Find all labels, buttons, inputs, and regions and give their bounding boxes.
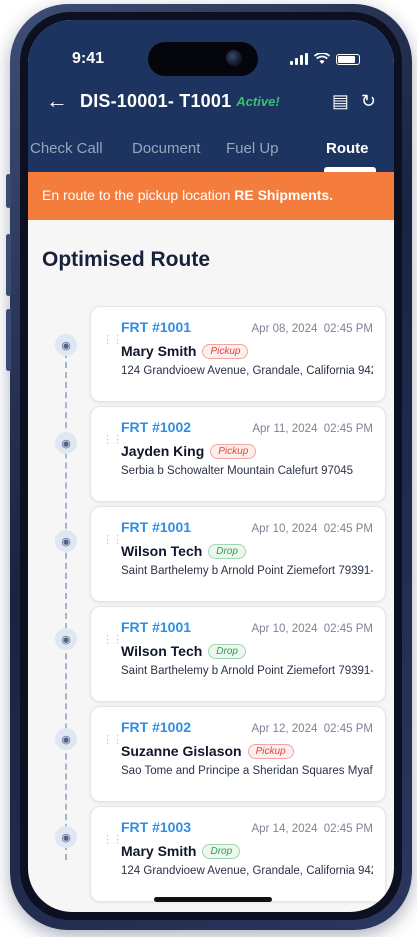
freight-number: FRT #1001: [121, 619, 192, 635]
back-arrow-icon[interactable]: ←: [46, 90, 68, 112]
location-pin-icon: ◉: [55, 728, 77, 750]
stop-card[interactable]: ⋮⋮ FRT #1001 Apr 10, 2024 02:45 PM Wilso…: [90, 506, 386, 602]
stop-type-badge: Drop: [202, 843, 241, 859]
stop-address: Sao Tome and Principe a Sheridan Squares…: [121, 765, 373, 777]
stop-address: 124 Grandvioew Avenue, Grandale, Califor…: [121, 865, 373, 877]
stop-card[interactable]: ⋮⋮ FRT #1002 Apr 11, 2024 02:45 PM Jayde…: [90, 406, 386, 502]
screen: 9:41 ← DIS-10001- T1001 Active! ▤ ↻ Chec…: [28, 20, 394, 912]
location-pin-icon: ◉: [55, 628, 77, 650]
drag-handle-icon[interactable]: ⋮⋮: [102, 635, 123, 646]
status-banner: En route to the pickup location RE Shipm…: [28, 172, 394, 220]
camera-icon: [226, 50, 242, 66]
stop-type-badge: Drop: [208, 543, 246, 559]
timeline-line: [65, 352, 67, 860]
volume-up-button: [6, 234, 11, 296]
stop-contact-name: Jayden King: [121, 443, 205, 459]
mute-switch: [6, 174, 11, 208]
stop-contact-name: Wilson Tech: [121, 543, 203, 559]
stop-address: 124 Grandvioew Avenue, Grandale, Califor…: [121, 365, 373, 377]
header-actions: ▤ ↻: [332, 91, 376, 112]
location-pin-icon: ◉: [55, 826, 77, 848]
bezel: 9:41 ← DIS-10001- T1001 Active! ▤ ↻ Chec…: [20, 12, 402, 920]
message-icon[interactable]: ▤: [332, 91, 349, 112]
wifi-icon: [314, 53, 330, 64]
trip-status: Active!: [236, 93, 280, 109]
drag-handle-icon[interactable]: ⋮⋮: [102, 835, 123, 846]
stop-type-badge: Drop: [208, 643, 246, 659]
stop-address: Saint Barthelemy b Arnold Point Ziemefor…: [121, 565, 373, 577]
drag-handle-icon[interactable]: ⋮⋮: [102, 735, 123, 746]
stop-card[interactable]: ⋮⋮ FRT #1001 Apr 10, 2024 02:45 PM Wilso…: [90, 606, 386, 702]
tab-route[interactable]: Route: [326, 140, 369, 157]
stop-card[interactable]: ⋮⋮ FRT #1003 Apr 14, 2024 02:45 PM Mary …: [90, 806, 386, 902]
status-time: 9:41: [72, 50, 105, 67]
banner-text: En route to the pickup location: [42, 187, 231, 203]
stop-contact-name: Suzanne Gislason: [121, 743, 242, 759]
stop-datetime: Apr 08, 2024 02:45 PM: [251, 323, 373, 335]
stop-type-badge: Pickup: [202, 343, 249, 359]
stop-type-badge: Pickup: [210, 443, 257, 459]
home-indicator[interactable]: [154, 897, 272, 902]
system-icons: [290, 53, 360, 65]
app-header: 9:41 ← DIS-10001- T1001 Active! ▤ ↻ Chec…: [28, 20, 394, 172]
tab-fuel-up[interactable]: Fuel Up: [226, 140, 279, 157]
dynamic-island: [148, 42, 258, 76]
stop-type-badge: Pickup: [247, 743, 294, 759]
trip-id: DIS-10001- T1001: [80, 90, 232, 111]
drag-handle-icon[interactable]: ⋮⋮: [102, 535, 123, 546]
stop-datetime: Apr 11, 2024 02:45 PM: [252, 423, 373, 435]
signal-icon: [290, 53, 308, 65]
stop-contact-name: Mary Smith: [121, 843, 197, 859]
freight-number: FRT #1003: [121, 819, 192, 835]
freight-number: FRT #1001: [121, 519, 192, 535]
title-row: ← DIS-10001- T1001 Active! ▤ ↻: [46, 90, 376, 112]
banner-company: RE Shipments.: [234, 187, 334, 203]
stop-datetime: Apr 14, 2024 02:45 PM: [251, 823, 373, 835]
stop-datetime: Apr 10, 2024 02:45 PM: [251, 523, 373, 535]
stop-address: Serbia b Schowalter Mountain Calefurt 97…: [121, 465, 354, 477]
location-pin-icon: ◉: [55, 432, 77, 454]
stop-datetime: Apr 12, 2024 02:45 PM: [251, 723, 373, 735]
tab-bar: Check Call Document Fuel Up Route: [28, 132, 394, 172]
location-pin-icon: ◉: [55, 530, 77, 552]
location-pin-icon: ◉: [55, 334, 77, 356]
stop-contact-name: Wilson Tech: [121, 643, 203, 659]
tab-check-call[interactable]: Check Call: [30, 140, 103, 157]
stop-datetime: Apr 10, 2024 02:45 PM: [251, 623, 373, 635]
volume-down-button: [6, 309, 11, 371]
freight-number: FRT #1001: [121, 319, 192, 335]
freight-number: FRT #1002: [121, 719, 192, 735]
stop-address: Saint Barthelemy b Arnold Point Ziemefor…: [121, 665, 373, 677]
stop-card[interactable]: ⋮⋮ FRT #1001 Apr 08, 2024 02:45 PM Mary …: [90, 306, 386, 402]
refresh-icon[interactable]: ↻: [361, 91, 376, 112]
battery-icon: [336, 53, 360, 65]
phone-frame: 9:41 ← DIS-10001- T1001 Active! ▤ ↻ Chec…: [6, 4, 412, 930]
stop-contact-name: Mary Smith: [121, 343, 197, 359]
tab-document[interactable]: Document: [132, 140, 200, 157]
route-content: Optimised Route ◉ ⋮⋮ FRT #1001 Apr 08, 2…: [28, 220, 394, 912]
page-title: Optimised Route: [42, 248, 211, 271]
stop-card[interactable]: ⋮⋮ FRT #1002 Apr 12, 2024 02:45 PM Suzan…: [90, 706, 386, 802]
freight-number: FRT #1002: [121, 419, 192, 435]
drag-handle-icon[interactable]: ⋮⋮: [102, 435, 123, 446]
drag-handle-icon[interactable]: ⋮⋮: [102, 335, 123, 346]
